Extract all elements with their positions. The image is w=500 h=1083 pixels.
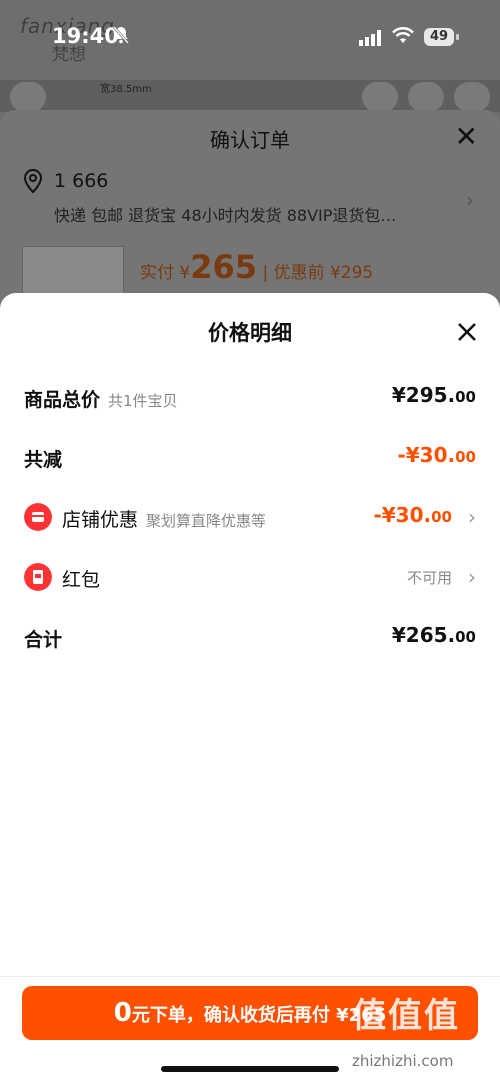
wifi-icon — [392, 27, 414, 43]
paid-amount: 265 — [190, 248, 258, 286]
row-total-discount: 共减 -¥30.00 — [24, 437, 476, 477]
goods-total-main: ¥295. — [391, 383, 456, 407]
store-icon — [24, 503, 52, 531]
signal-icon — [359, 30, 381, 46]
battery-icon: 49 — [424, 28, 454, 46]
chevron-right-icon[interactable]: › — [468, 565, 476, 589]
goods-count: 共1件宝贝 — [108, 392, 178, 410]
home-indicator[interactable] — [161, 1066, 339, 1072]
red-packet-status: 不可用 — [406, 569, 452, 587]
paid-summary: 实付 ¥265 | 优惠前 ¥295 — [140, 248, 373, 286]
row-goods-total: 商品总价 共1件宝贝 ¥295.00 — [24, 377, 476, 417]
row-grand-total: 合计 ¥265.00 — [24, 617, 476, 657]
share-icon[interactable] — [362, 82, 398, 112]
store-discount-main: -¥30. — [373, 503, 432, 527]
confirm-order-sheet: 确认订单 ✕ 1 666 快递 包邮 退货宝 48小时内发货 88VIP退货包…… — [0, 110, 500, 312]
before-discount: | 优惠前 ¥295 — [262, 263, 374, 283]
confirm-close-icon[interactable]: ✕ — [455, 120, 478, 153]
row-red-packet[interactable]: 红包 不可用 › — [24, 557, 476, 597]
store-discount-sub: 聚划算直降优惠等 — [146, 512, 267, 530]
store-discount-label: 店铺优惠 — [62, 509, 139, 531]
status-bar: fanxiang 梵想 19:40 49 — [0, 0, 500, 76]
goods-total-dec: 00 — [455, 388, 476, 406]
goods-total-amount: ¥295.00 — [392, 383, 476, 407]
address-text[interactable]: 1 666 — [54, 170, 108, 192]
row-store-discount[interactable]: 店铺优惠 聚划算直降优惠等 -¥30.00 › — [24, 497, 476, 537]
address-chevron-icon[interactable]: › — [466, 188, 474, 212]
paid-label: 实付 ¥ — [140, 263, 191, 283]
sheet-title: 价格明细 — [208, 321, 292, 345]
store-discount-amount: -¥30.00 — [373, 503, 452, 527]
close-icon[interactable] — [456, 321, 478, 343]
silent-bell-icon — [113, 26, 129, 44]
store-discount-dec: 00 — [431, 508, 452, 526]
back-icon[interactable] — [10, 82, 46, 112]
product-strip: 宽38.5mm — [0, 80, 500, 112]
battery-tip — [456, 34, 459, 40]
bottom-divider — [0, 976, 500, 977]
total-discount-dec: 00 — [455, 448, 476, 466]
price-detail-sheet: 价格明细 商品总价 共1件宝贝 ¥295.00 共减 -¥30.00 店铺优惠 聚划… — [0, 293, 500, 1083]
red-packet-icon — [24, 563, 52, 591]
grand-total-dec: 00 — [455, 628, 476, 646]
status-time: 19:40 — [52, 24, 119, 48]
total-discount-amount: -¥30.00 — [397, 443, 476, 467]
location-pin-icon — [23, 168, 43, 194]
cta-prefix: 0 — [113, 998, 132, 1028]
cta-text: 元下单，确认收货后再付 ¥265 — [131, 1005, 387, 1026]
cart-icon[interactable] — [408, 82, 444, 112]
chevron-right-icon[interactable]: › — [468, 505, 476, 529]
goods-total-label: 商品总价 — [24, 389, 101, 411]
grand-total-label: 合计 — [24, 629, 63, 651]
ruler-label: 宽38.5mm — [100, 84, 152, 95]
total-discount-label: 共减 — [24, 449, 63, 471]
grand-total-main: ¥265. — [391, 623, 456, 647]
more-icon[interactable] — [454, 82, 490, 112]
grand-total-amount: ¥265.00 — [392, 623, 476, 647]
confirm-title: 确认订单 — [210, 128, 290, 152]
row-label: 商品总价 共1件宝贝 — [24, 385, 178, 412]
total-discount-main: -¥30. — [397, 443, 456, 467]
watermark-url: zhizhizhi.com — [352, 1052, 454, 1070]
store-discount-label-wrap: 店铺优惠 聚划算直降优惠等 — [62, 505, 266, 532]
red-packet-label: 红包 — [62, 569, 101, 591]
shipping-info[interactable]: 快递 包邮 退货宝 48小时内发货 88VIP退货包… — [54, 202, 396, 226]
watermark-logo: 值值值 — [352, 996, 460, 1036]
